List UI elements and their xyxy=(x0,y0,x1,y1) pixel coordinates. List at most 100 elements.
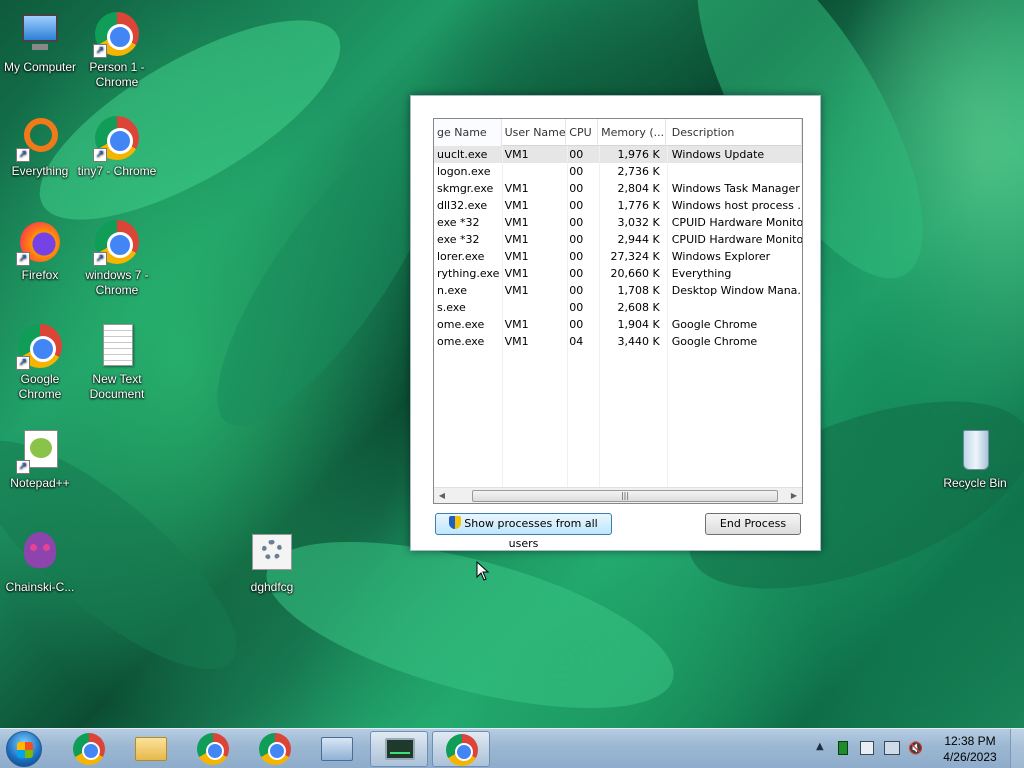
column-description[interactable]: Description xyxy=(666,119,802,146)
desktop-icon-my-computer[interactable]: My Computer xyxy=(0,10,80,75)
process-row[interactable]: uuclt.exe VM1 00 1,976 K Windows Update xyxy=(434,146,802,163)
network-error-icon[interactable] xyxy=(860,741,874,755)
process-user-name: VM1 xyxy=(504,335,529,348)
chrome-icon: ↗ xyxy=(93,114,141,162)
desktop-icon-dghdfcg[interactable]: dghdfcg xyxy=(232,530,312,595)
chrome-icon xyxy=(259,733,291,765)
taskbar-chrome-profile-1[interactable] xyxy=(184,731,242,767)
process-user-name: VM1 xyxy=(504,199,529,212)
process-description: Windows Update xyxy=(671,148,765,161)
chrome-icon: ↗ xyxy=(93,218,141,266)
taskbar-chrome[interactable] xyxy=(60,731,118,767)
uac-shield-icon xyxy=(449,516,462,529)
process-memory: 3,032 K xyxy=(617,216,660,229)
process-row[interactable]: dll32.exe VM1 00 1,776 K Windows host proces… xyxy=(434,197,802,214)
process-user-name: VM1 xyxy=(504,284,529,297)
process-row[interactable]: n.exe VM1 00 1,708 K Desktop Window Mana... xyxy=(434,282,802,299)
firefox-icon: ↗ xyxy=(16,218,64,266)
horizontal-scrollbar[interactable]: ◀ ||| ▶ xyxy=(434,487,802,503)
text-document-icon xyxy=(93,322,141,370)
end-process-button[interactable]: End Process xyxy=(705,513,801,535)
taskbar-keyboard-app[interactable] xyxy=(308,731,366,767)
process-cpu: 00 xyxy=(569,165,584,178)
volume-muted-icon[interactable]: 🔇 xyxy=(908,741,923,755)
desktop-icon-new-text-document[interactable]: New Text Document xyxy=(77,322,157,402)
desktop-icon-firefox[interactable]: ↗ Firefox xyxy=(0,218,80,283)
skull-icon xyxy=(16,530,64,578)
system-tray: ▲ 🔇 12:38 PM 4/26/2023 xyxy=(804,729,1024,768)
process-description: Windows Explorer xyxy=(671,250,771,263)
process-memory: 2,608 K xyxy=(617,301,660,314)
process-user-name xyxy=(502,299,567,316)
recycle-bin-icon xyxy=(951,426,999,474)
chrome-icon xyxy=(197,733,229,765)
desktop-icon-person1-chrome[interactable]: ↗ Person 1 - Chrome xyxy=(77,10,157,90)
process-row[interactable]: ome.exe VM1 00 1,904 K Google Chrome xyxy=(434,316,802,333)
desktop-icon-everything[interactable]: ↗ Everything xyxy=(0,114,80,179)
desktop-icon-notepadpp[interactable]: ↗ Notepad++ xyxy=(0,426,80,491)
process-row[interactable]: exe *32 VM1 00 3,032 K CPUID Hardware Monito… xyxy=(434,214,802,231)
process-memory: 20,660 K xyxy=(610,267,660,280)
process-user-name: VM1 xyxy=(504,148,529,161)
show-all-processes-label: Show processes from all users xyxy=(464,517,598,550)
show-all-processes-button[interactable]: Show processes from all users xyxy=(435,513,612,550)
monitor-graph-icon xyxy=(390,744,410,754)
desktop-icon-google-chrome[interactable]: ↗ Google Chrome xyxy=(0,322,80,402)
column-cpu[interactable]: CPU xyxy=(566,119,599,146)
taskbar-task-manager[interactable] xyxy=(370,731,428,767)
process-row[interactable]: logon.exe 00 2,736 K xyxy=(434,163,802,180)
process-cpu: 00 xyxy=(569,250,584,263)
network-icon[interactable] xyxy=(884,741,900,755)
scrollbar-thumb[interactable]: ||| xyxy=(472,490,778,502)
taskbar-chrome-profile-2[interactable] xyxy=(246,731,304,767)
column-image-name[interactable]: ge Name xyxy=(434,119,502,146)
process-description: Everything xyxy=(671,267,732,280)
desktop-icon-label: Notepad++ xyxy=(10,476,70,490)
column-memory[interactable]: Memory (... xyxy=(598,119,666,146)
process-list-header: ge Name User Name CPU Memory (... Descri… xyxy=(434,119,802,146)
hardware-monitor-tray-icon[interactable] xyxy=(838,741,848,755)
process-image-name: n.exe xyxy=(437,284,467,297)
start-button[interactable] xyxy=(6,731,42,767)
process-image-name: s.exe xyxy=(437,301,466,314)
process-list[interactable]: ge Name User Name CPU Memory (... Descri… xyxy=(433,118,803,504)
process-image-name: uuclt.exe xyxy=(437,148,488,161)
taskbar-chrome-active[interactable] xyxy=(432,731,490,767)
process-image-name: ome.exe xyxy=(437,318,485,331)
process-memory: 27,324 K xyxy=(610,250,660,263)
process-image-name: exe *32 xyxy=(437,233,480,246)
process-row[interactable]: lorer.exe VM1 00 27,324 K Windows Explorer xyxy=(434,248,802,265)
process-row[interactable]: ome.exe VM1 04 3,440 K Google Chrome xyxy=(434,333,802,350)
process-image-name: skmgr.exe xyxy=(437,182,494,195)
desktop-icon-chainski[interactable]: Chainski-C... xyxy=(0,530,80,595)
process-user-name: VM1 xyxy=(504,267,529,280)
chrome-icon: ↗ xyxy=(16,322,64,370)
process-row[interactable]: skmgr.exe VM1 00 2,804 K Windows Task Manage… xyxy=(434,180,802,197)
chrome-icon xyxy=(73,733,105,765)
scroll-right-icon[interactable]: ▶ xyxy=(786,488,802,503)
process-description xyxy=(666,163,802,180)
mouse-cursor-icon xyxy=(476,561,490,581)
tray-expand-icon[interactable]: ▲ xyxy=(816,741,824,752)
shortcut-arrow-icon: ↗ xyxy=(93,44,107,58)
process-user-name: VM1 xyxy=(504,318,529,331)
process-cpu: 00 xyxy=(569,318,584,331)
process-image-name: rything.exe xyxy=(437,267,500,280)
scroll-left-icon[interactable]: ◀ xyxy=(434,488,450,503)
desktop-icon-label: New Text Document xyxy=(89,372,145,401)
desktop-icon-recycle-bin[interactable]: Recycle Bin xyxy=(935,426,1015,491)
desktop-icon-tiny7-chrome[interactable]: ↗ tiny7 - Chrome xyxy=(77,114,157,179)
desktop-icon-label: Recycle Bin xyxy=(943,476,1007,490)
clock[interactable]: 12:38 PM 4/26/2023 xyxy=(940,733,1000,765)
taskbar-file-explorer[interactable] xyxy=(122,731,180,767)
desktop-icon-label: dghdfcg xyxy=(250,580,294,594)
process-row[interactable]: s.exe 00 2,608 K xyxy=(434,299,802,316)
notepadpp-icon: ↗ xyxy=(16,426,64,474)
process-memory: 2,736 K xyxy=(617,165,660,178)
shortcut-arrow-icon: ↗ xyxy=(93,252,107,266)
column-user-name[interactable]: User Name xyxy=(502,119,567,146)
process-row[interactable]: rything.exe VM1 00 20,660 K Everything xyxy=(434,265,802,282)
desktop-icon-windows7-chrome[interactable]: ↗ windows 7 - Chrome xyxy=(77,218,157,298)
show-desktop-button[interactable] xyxy=(1010,729,1024,768)
process-row[interactable]: exe *32 VM1 00 2,944 K CPUID Hardware Monito… xyxy=(434,231,802,248)
